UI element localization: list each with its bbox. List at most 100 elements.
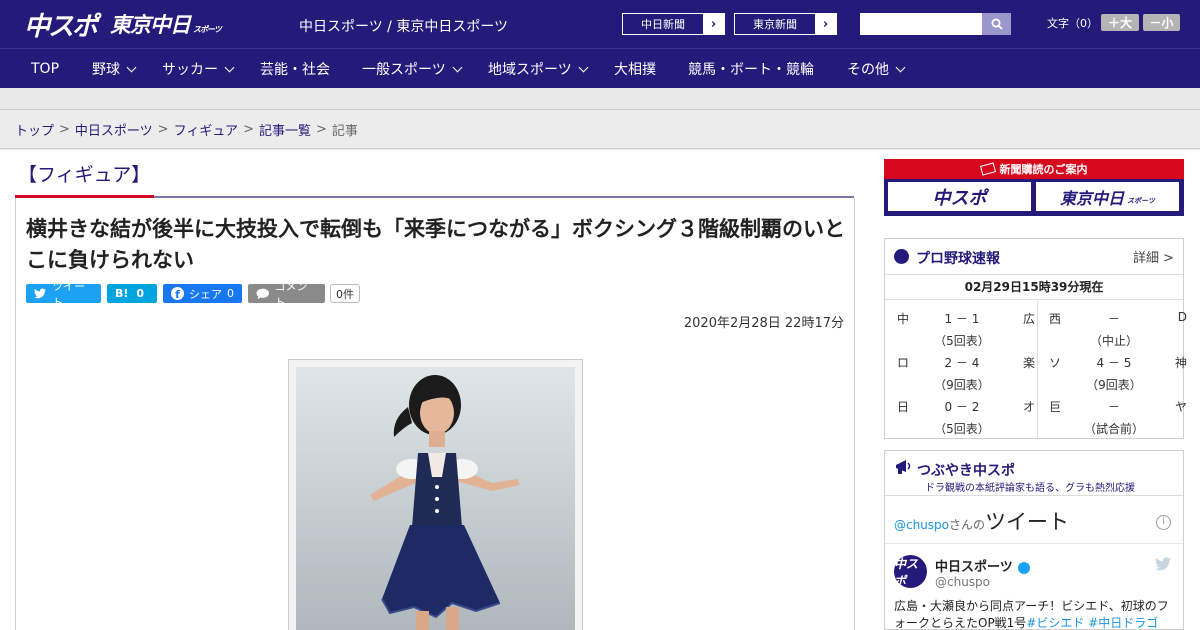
subscribe-tochu-label: 東京中日 — [1060, 188, 1125, 208]
tochu-logo-small: スポーツ — [193, 24, 222, 34]
baseball-detail-link[interactable]: 詳細 > — [1133, 247, 1174, 266]
article-date: 2020年2月28日 22時17分 — [683, 316, 844, 331]
nav-item-entertainment[interactable]: 芸能・社会 — [260, 49, 330, 89]
chevron-down-icon — [224, 62, 235, 72]
home-team: ロ — [897, 356, 910, 370]
twitter-bird-icon — [34, 288, 47, 299]
home-team: 西 — [1049, 312, 1062, 326]
top-header: 中スポ 東京中日 スポーツ 中日スポーツ / 東京中日スポーツ 中日新聞 › 東京… — [0, 0, 1200, 48]
article-headline: 横井きな結が後半に大技投入で転倒も「来季につながる」ボクシング３階級制覇のいとこ… — [26, 217, 845, 272]
baseball-icon — [894, 249, 909, 264]
hatena-icon: B! — [115, 287, 129, 300]
game-score[interactable]: ロ 2 － 4 楽 （9回表） — [897, 354, 1035, 398]
subscribe-tochu-button[interactable]: 東京中日 スポーツ — [1036, 182, 1179, 211]
away-team: 広 — [1022, 312, 1035, 326]
tokyo-shimbun-button[interactable]: 東京新聞 › — [734, 13, 837, 35]
tweet-label: ツイート — [52, 279, 86, 309]
nav-label: 大相撲 — [614, 62, 656, 78]
game-score[interactable]: ソ 4 － 5 神 （9回表） — [1049, 354, 1187, 398]
verified-badge-icon — [1017, 561, 1030, 574]
game-status: （9回表） — [934, 378, 990, 392]
subscribe-chuspo-label: 中スポ — [932, 187, 987, 209]
divider — [885, 543, 1183, 544]
comment-label: コメント — [274, 279, 308, 309]
breadcrumb-separator: > — [315, 122, 327, 137]
tweet-author-name[interactable]: 中日スポーツ — [935, 556, 1030, 575]
breadcrumb-separator: > — [243, 122, 254, 137]
nav-item-sumo[interactable]: 大相撲 — [614, 49, 656, 89]
nav-item-soccer[interactable]: サッカー — [162, 49, 235, 89]
facebook-share-label: シェア — [189, 287, 222, 301]
nav-item-racing[interactable]: 競馬・ボート・競輪 — [688, 49, 814, 89]
breadcrumb-separator: > — [59, 122, 70, 137]
nav-item-baseball[interactable]: 野球 — [92, 49, 137, 89]
baseball-scores-widget: プロ野球速報 詳細 > 02月29日15時39分現在 中 1 － 1 広 （5回… — [884, 238, 1187, 442]
hatena-count: 0 — [136, 287, 145, 300]
comment-count: 0件 — [330, 284, 360, 303]
home-team: ソ — [1049, 356, 1062, 370]
main-nav: TOP 野球 サッカー 芸能・社会 一般スポーツ 地域スポーツ 大相撲 競馬・ボ… — [0, 48, 1200, 88]
twitter-bird-icon[interactable] — [1155, 557, 1171, 571]
comment-button[interactable]: コメント — [248, 280, 325, 309]
chevron-down-icon — [895, 62, 906, 72]
facebook-share-count: 0 — [227, 287, 234, 300]
site-title[interactable]: 中日スポーツ / 東京中日スポーツ — [299, 16, 508, 36]
nav-label: 一般スポーツ — [362, 62, 446, 78]
breadcrumb-article-list[interactable]: 記事一覧 — [259, 120, 311, 139]
breadcrumb-chunichi-sports[interactable]: 中日スポーツ — [75, 120, 153, 139]
search-icon — [991, 18, 1003, 30]
facebook-share-button[interactable]: f シェア 0 — [163, 284, 242, 303]
away-team: 神 — [1174, 356, 1187, 370]
font-size-increase-button[interactable]: ＋大 — [1101, 14, 1139, 31]
facebook-icon: f — [171, 287, 184, 300]
nav-label: サッカー — [162, 62, 218, 78]
tweet-hashtags[interactable]: #ビシエド #中日ドラゴ — [1026, 616, 1158, 630]
score: 2 － 4 — [944, 356, 980, 370]
nav-item-other[interactable]: その他 — [847, 49, 906, 89]
away-team: D — [1177, 310, 1187, 324]
game-score[interactable]: 西 － D （中止） — [1049, 310, 1187, 354]
tweets-suffix: さんの — [949, 518, 986, 532]
home-team: 巨 — [1049, 400, 1062, 414]
score: 4 － 5 — [1096, 356, 1132, 370]
skater-photo-image — [296, 367, 575, 630]
baseball-title: プロ野球速報 — [916, 251, 1000, 267]
chuspo-logo-text: 中スポ — [24, 11, 98, 42]
nav-label: 地域スポーツ — [488, 62, 572, 78]
chuspo-logo[interactable]: 中スポ — [24, 10, 98, 42]
game-status: （試合前） — [1083, 422, 1144, 436]
twitter-widget-subtitle[interactable]: ドラ観戦の本紙評論家も語る、グラも熱烈応援 — [925, 479, 1135, 494]
game-status: （5回表） — [934, 334, 990, 348]
breadcrumb-current: 記事 — [331, 124, 358, 139]
breadcrumb-figure[interactable]: フィギュア — [174, 120, 238, 139]
search-button[interactable] — [982, 13, 1011, 35]
game-score[interactable]: 巨 － ヤ （試合前） — [1049, 398, 1187, 442]
chevron-down-icon — [126, 62, 137, 72]
breadcrumb-home[interactable]: トップ — [15, 120, 54, 139]
nav-label: 野球 — [92, 62, 120, 78]
game-score[interactable]: 中 1 － 1 広 （5回表） — [897, 310, 1035, 354]
breadcrumb: トップ > 中日スポーツ > フィギュア > 記事一覧 > 記事 — [0, 111, 1200, 149]
nav-item-top[interactable]: TOP — [31, 49, 59, 89]
nav-item-local-sports[interactable]: 地域スポーツ — [488, 49, 589, 89]
tochu-logo[interactable]: 東京中日 スポーツ — [110, 10, 222, 38]
game-score[interactable]: 日 0 － 2 オ （5回表） — [897, 398, 1035, 442]
info-icon[interactable]: i — [1156, 515, 1171, 530]
tweet-button[interactable]: ツイート — [26, 280, 101, 309]
tweets-word: ツイート — [985, 510, 1070, 534]
tweet-author-handle[interactable]: @chuspo — [935, 575, 990, 589]
font-size-decrease-button[interactable]: －小 — [1143, 14, 1180, 31]
avatar[interactable]: 中スポ — [894, 555, 927, 588]
score: 0 － 2 — [944, 400, 980, 414]
tochu-logo-text: 東京中日 — [110, 13, 191, 37]
search-input[interactable] — [860, 13, 982, 35]
twitter-widget-header: つぶやき中スポ ドラ観戦の本紙評論家も語る、グラも熱烈応援 — [885, 451, 1183, 496]
tweets-handle-link[interactable]: @chuspo — [894, 518, 949, 532]
article-photo[interactable] — [296, 367, 575, 630]
hatena-bookmark-button[interactable]: B! 0 — [107, 284, 157, 303]
subscription-banner[interactable]: 新聞購読のご案内 中スポ 東京中日 スポーツ — [884, 159, 1184, 216]
game-status: （5回表） — [934, 422, 990, 436]
nav-item-general-sports[interactable]: 一般スポーツ — [362, 49, 463, 89]
chunichi-shimbun-button[interactable]: 中日新聞 › — [622, 13, 725, 35]
subscribe-chuspo-button[interactable]: 中スポ — [888, 182, 1031, 211]
